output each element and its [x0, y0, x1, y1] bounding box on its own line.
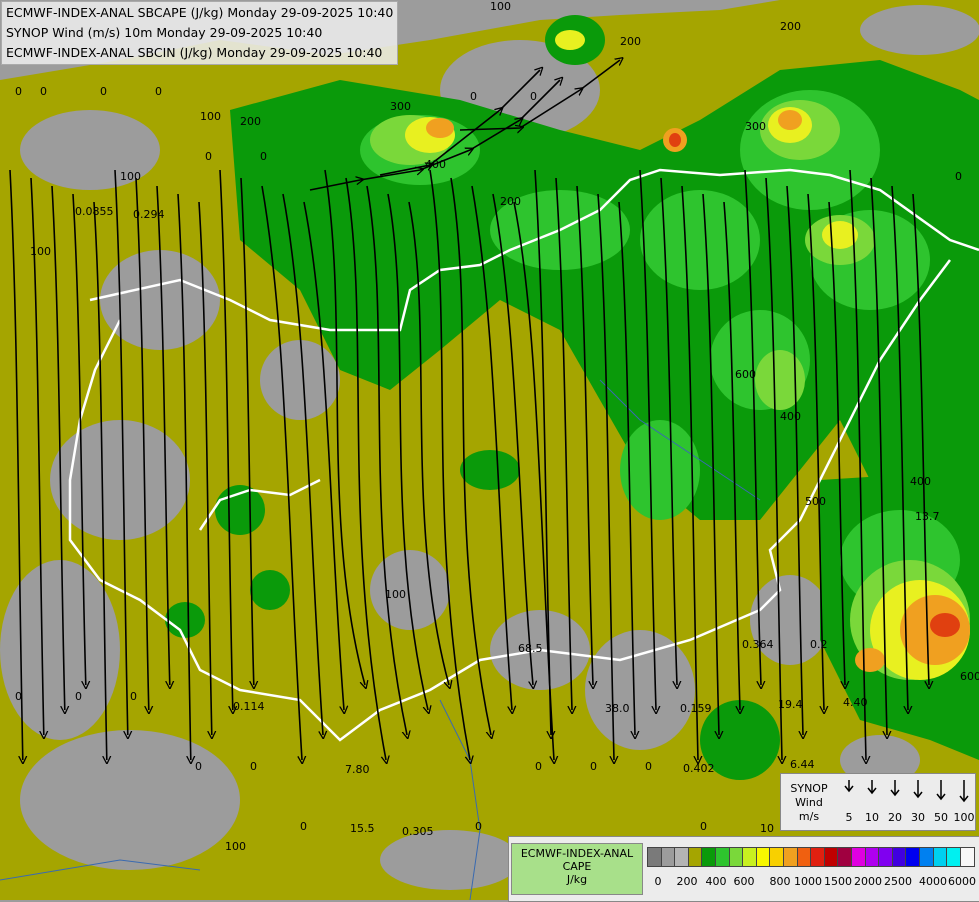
map-value-label: 100 [385, 588, 406, 601]
wind-legend-title: SYNOP Wind m/s [790, 782, 828, 823]
wind-arrow-icon [929, 778, 953, 806]
cape-tick-label: 2500 [884, 875, 912, 888]
wind-arrow-icon [952, 778, 976, 806]
header-line-cape: ECMWF-INDEX-ANAL SBCAPE (J/kg) Monday 29… [6, 5, 394, 20]
map-value-label: 0 [645, 760, 652, 773]
wind-speed-label: 20 [888, 811, 902, 824]
map-value-label: 0 [470, 90, 477, 103]
map-value-label: 0 [15, 85, 22, 98]
map-value-label: 0.294 [133, 208, 165, 221]
map-value-label: 0 [590, 760, 597, 773]
map-value-label: 0 [955, 170, 962, 183]
map-value-label: 200 [500, 195, 521, 208]
wind-speed-label: 5 [845, 811, 853, 824]
map-value-label: 100 [225, 840, 246, 853]
map-value-label: 0 [130, 690, 137, 703]
map-value-label: 13.7 [915, 510, 940, 523]
map-value-label: 100 [30, 245, 51, 258]
map-value-label: 200 [620, 35, 641, 48]
wind-legend: SYNOP Wind m/s 5 10 20 30 50 100 [780, 773, 976, 831]
cape-color-swatch [959, 847, 975, 867]
map-value-label: 600 [960, 670, 979, 683]
map-value-label: 200 [240, 115, 261, 128]
map-value-label: 15.5 [350, 822, 375, 835]
map-value-label: 100 [200, 110, 221, 123]
wind-arrow-icon [837, 778, 861, 806]
wind-arrow-icon [883, 778, 907, 806]
map-value-label: 0 [15, 690, 22, 703]
cape-tick-label: 600 [733, 875, 755, 888]
wind-speed-label: 10 [865, 811, 879, 824]
map-value-label: 7.80 [345, 763, 370, 776]
map-value-label: 0 [100, 85, 107, 98]
wind-speed-label: 100 [953, 811, 975, 824]
cape-legend-title: ECMWF-INDEX-ANAL CAPE J/kg [511, 843, 643, 895]
map-value-label: 10 [760, 822, 774, 835]
map-value-label: 400 [910, 475, 931, 488]
map-value-label: 0.402 [683, 762, 715, 775]
map-value-label: 0 [205, 150, 212, 163]
map-value-label: 400 [780, 410, 801, 423]
map-value-label: 0.364 [742, 638, 774, 651]
wind-speed-label: 30 [911, 811, 925, 824]
wind-arrow-icon [860, 778, 884, 806]
map-value-label: 0.305 [402, 825, 434, 838]
cape-wind-map: 100 100 200 200 200 300 400 0 0 0 0 0 0 0 0 0.0855 0.294… [0, 0, 979, 900]
map-value-label: 0.2 [810, 638, 828, 651]
map-value-label: 400 [425, 158, 446, 171]
map-value-label: 0 [40, 85, 47, 98]
map-value-label: 0 [155, 85, 162, 98]
map-value-label: 19.4 [778, 698, 803, 711]
map-value-label: 500 [805, 495, 826, 508]
wind-arrow-icon [906, 778, 930, 806]
map-value-label: 0.114 [233, 700, 265, 713]
map-value-label: 0 [300, 820, 307, 833]
map-value-label: 600 [735, 368, 756, 381]
map-value-label: 0 [75, 690, 82, 703]
map-value-label: 68.5 [518, 642, 543, 655]
map-value-label: 200 [780, 20, 801, 33]
map-value-label: 38.0 [605, 702, 630, 715]
wind-speed-label: 50 [934, 811, 948, 824]
map-value-label: 300 [745, 120, 766, 133]
map-value-label: 100 [490, 0, 511, 13]
map-value-label: 0.0855 [75, 205, 114, 218]
map-value-label: 4.40 [843, 696, 868, 709]
header-line-cin: ECMWF-INDEX-ANAL SBCIN (J/kg) Monday 29-… [6, 45, 383, 60]
map-value-label: 100 [120, 170, 141, 183]
map-value-label: 0 [250, 760, 257, 773]
map-value-label: 0 [195, 760, 202, 773]
map-value-label: 0 [260, 150, 267, 163]
map-value-label: 0 [530, 90, 537, 103]
map-value-label: 0 [535, 760, 542, 773]
cape-tick-label: 6000 [948, 875, 976, 888]
map-header: ECMWF-INDEX-ANAL SBCAPE (J/kg) Monday 29… [1, 1, 399, 65]
map-value-label: 0.159 [680, 702, 712, 715]
map-value-label: 0 [475, 820, 482, 833]
header-line-wind: SYNOP Wind (m/s) 10m Monday 29-09-2025 1… [6, 25, 323, 40]
map-value-label: 0 [700, 820, 707, 833]
cape-legend: ECMWF-INDEX-ANAL CAPE J/kg 0 200 400 600 800… [508, 836, 979, 902]
map-value-label: 6.44 [790, 758, 815, 771]
map-value-label: 300 [390, 100, 411, 113]
